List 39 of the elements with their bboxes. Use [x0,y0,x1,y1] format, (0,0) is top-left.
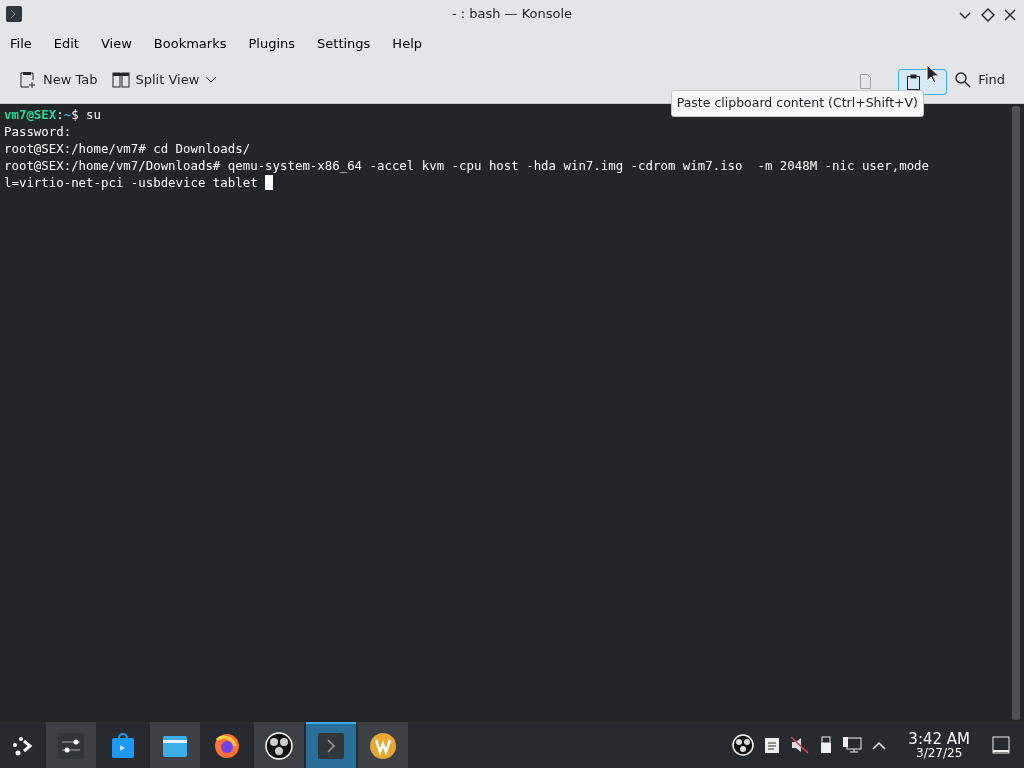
taskbar-app-button[interactable] [254,722,304,768]
window-title: - : bash — Konsole [451,5,573,24]
find-button[interactable]: Find [947,66,1012,97]
caret-icon [205,75,218,84]
show-desktop-icon[interactable] [992,736,1010,754]
taskbar-app-button[interactable] [358,722,408,768]
launcher-icon [11,735,33,757]
split-view-icon [111,70,130,89]
diamond-icon [979,6,996,23]
expand-tray-icon[interactable] [872,740,887,750]
clock-time[interactable]: 3:42 AM [908,731,970,747]
taskbar-app-button[interactable] [150,722,200,768]
browser-icon [213,732,241,760]
copy-icon [860,74,872,89]
mouse-cursor [926,64,940,84]
menu-item[interactable]: File [3,32,39,56]
network-icon[interactable] [842,736,863,754]
menu-item[interactable]: View [93,32,139,56]
terminal-icon [317,732,345,760]
muted-speaker-icon[interactable] [790,736,811,754]
usb-drive-icon[interactable] [820,736,833,754]
new-tab-icon [19,70,37,89]
clipboard-icon [907,73,921,90]
store-bag-icon [109,732,137,760]
terminal-icon [6,6,22,22]
menu-item[interactable]: Settings [310,32,378,56]
menu-item[interactable]: Edit [46,32,86,56]
clipboard-icon[interactable] [764,736,781,754]
scrollbar[interactable] [1012,106,1020,720]
menu-item[interactable]: Plugins [241,32,303,56]
settings-app-icon [57,732,85,760]
search-icon [954,70,973,89]
w-app-icon [369,732,397,760]
new-tab-button[interactable]: New Tab [12,66,105,97]
menu-item[interactable]: Help [385,32,429,56]
tooltip: Paste clipboard content (Ctrl+Shift+V) [670,90,924,117]
clock-date[interactable]: 3/27/25 [908,746,970,759]
split-view-button[interactable]: Split View [104,66,225,97]
menu-item[interactable]: Bookmarks [146,32,234,56]
